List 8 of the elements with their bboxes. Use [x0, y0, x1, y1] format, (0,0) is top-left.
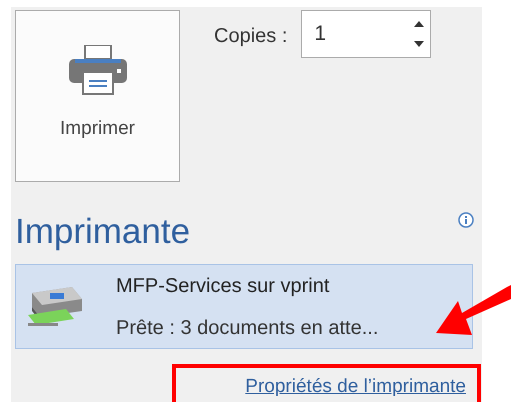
- print-button[interactable]: Imprimer: [15, 10, 180, 182]
- section-heading: Imprimante: [15, 211, 190, 253]
- printer-selector[interactable]: MFP-Services sur vprint Prête : 3 documents en atte...: [15, 264, 473, 349]
- printer-status: Prête : 3 documents en atte...: [116, 316, 378, 340]
- copies-label: Copies :: [214, 24, 288, 49]
- printer-name: MFP-Services sur vprint: [116, 274, 330, 298]
- printer-properties-link[interactable]: Propriétés de l’imprimante: [245, 373, 466, 402]
- copies-spinner[interactable]: 1: [301, 10, 432, 58]
